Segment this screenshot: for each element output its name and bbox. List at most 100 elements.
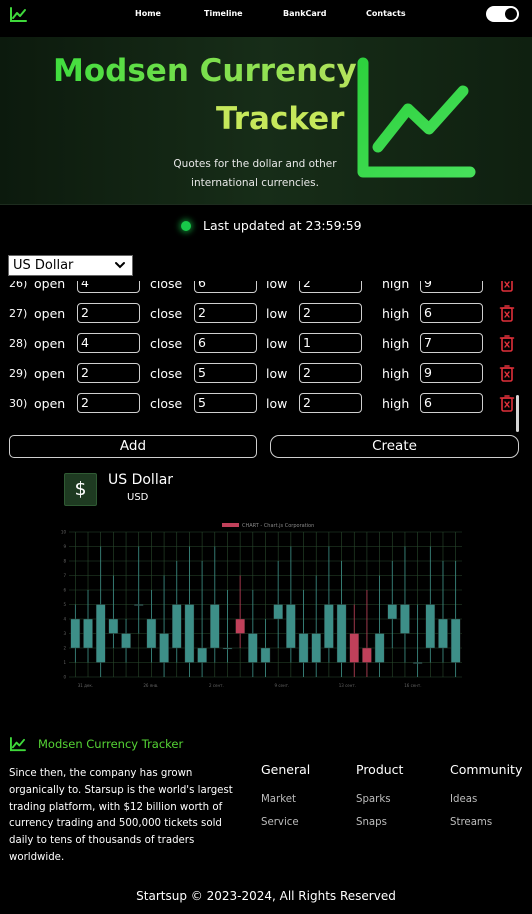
hero-banner: Modsen Currency Tracker Quotes for the d… [0, 37, 532, 205]
candle-body [222, 647, 233, 650]
close-input[interactable]: 2 [194, 303, 257, 323]
open-input[interactable]: 2 [77, 393, 140, 413]
y-tick-label: 10 [61, 530, 67, 535]
open-label: open [34, 336, 66, 351]
hero-title-line2: Tracker [216, 101, 345, 137]
y-tick-label: 1 [63, 660, 66, 665]
footer-heading-product: Product [356, 762, 404, 777]
form-row: 30) open 2 close 5 low 2 high 6 [0, 393, 532, 415]
candle-body [324, 604, 334, 649]
footer-link-snaps[interactable]: Snaps [356, 817, 387, 828]
low-input[interactable]: 2 [299, 363, 362, 383]
high-input[interactable]: 6 [420, 303, 483, 323]
y-tick-label: 4 [63, 617, 66, 622]
form-row: 27) open 2 close 2 low 2 high 6 [0, 303, 532, 325]
open-input[interactable]: 2 [77, 303, 140, 323]
footer-link-ideas[interactable]: Ideas [450, 794, 477, 805]
high-input[interactable]: 9 [420, 363, 483, 383]
candle-form-list[interactable]: 26) open 4 close 6 low 2 high 9 27) open 2 close 2 low… [0, 281, 532, 431]
high-label: high [382, 281, 410, 291]
candle-body [70, 618, 81, 649]
last-updated-text: Last updated at 23:59:59 [203, 218, 362, 233]
candle-body [425, 604, 436, 649]
y-tick-label: 0 [63, 675, 66, 680]
nav-bankcard-link[interactable]: BankCard [283, 9, 326, 18]
candle-body [298, 633, 309, 663]
candle-body [374, 633, 385, 663]
nav-home-link[interactable]: Home [135, 9, 161, 18]
close-label: close [150, 306, 183, 321]
y-tick-label: 3 [63, 631, 66, 636]
delete-icon[interactable] [499, 334, 515, 352]
delete-icon[interactable] [499, 394, 515, 412]
row-number: 29) [9, 367, 28, 380]
close-input[interactable]: 6 [194, 281, 257, 293]
close-input[interactable]: 5 [194, 363, 257, 383]
high-input[interactable]: 9 [420, 281, 483, 293]
legend-label: CHART - Chart.js Corporation [242, 523, 314, 529]
y-tick-label: 8 [63, 559, 66, 564]
currency-code: USD [127, 492, 149, 503]
footer-heading-general: General [261, 762, 311, 777]
close-label: close [150, 396, 183, 411]
low-input[interactable]: 2 [299, 393, 362, 413]
candle-body [438, 618, 448, 649]
currency-select[interactable]: US Dollar [8, 255, 133, 276]
top-nav: Home Timeline BankCard Contacts [0, 0, 532, 32]
high-input[interactable]: 6 [420, 393, 483, 413]
footer-link-streams[interactable]: Streams [450, 817, 492, 828]
x-tick-label: 13 сент. [339, 683, 356, 688]
open-input[interactable]: 2 [77, 363, 140, 383]
y-tick-label: 9 [63, 544, 66, 549]
footer-link-service[interactable]: Service [261, 817, 299, 828]
candle-body [286, 604, 296, 649]
open-input[interactable]: 4 [77, 281, 140, 293]
y-tick-label: 6 [63, 588, 66, 593]
low-input[interactable]: 1 [299, 333, 362, 353]
chart-logo-icon [10, 737, 26, 752]
candle-body [349, 633, 360, 663]
footer-link-market[interactable]: Market [261, 794, 296, 805]
x-tick-label: 9 сент. [275, 683, 290, 688]
low-input[interactable]: 2 [299, 303, 362, 323]
delete-icon[interactable] [499, 304, 515, 322]
candle-body [273, 604, 283, 620]
add-button[interactable]: Add [9, 435, 257, 458]
theme-toggle[interactable] [486, 6, 519, 22]
y-tick-label: 7 [63, 573, 66, 578]
candle-body [362, 647, 372, 663]
nav-contacts-link[interactable]: Contacts [366, 9, 406, 18]
candle-body [184, 604, 195, 663]
low-label: low [266, 396, 288, 411]
candle-body [450, 618, 461, 663]
footer-brand: Modsen Currency Tracker [38, 737, 184, 751]
low-label: low [266, 336, 288, 351]
copyright-text: Startsup © 2023-2024, All Rights Reserve… [136, 889, 396, 903]
chart-logo-icon[interactable] [9, 7, 27, 23]
close-input[interactable]: 6 [194, 333, 257, 353]
row-number: 30) [9, 397, 28, 410]
y-tick-label: 5 [63, 602, 66, 607]
create-button[interactable]: Create [270, 435, 519, 458]
high-input[interactable]: 7 [420, 333, 483, 353]
open-input[interactable]: 4 [77, 333, 140, 353]
open-label: open [34, 306, 66, 321]
candle-body [197, 647, 207, 663]
close-input[interactable]: 5 [194, 393, 257, 413]
high-label: high [382, 396, 410, 411]
candle-body [121, 633, 131, 649]
high-label: high [382, 306, 410, 321]
delete-icon[interactable] [499, 281, 515, 292]
low-input[interactable]: 2 [299, 281, 362, 293]
nav-timeline-link[interactable]: Timeline [204, 9, 243, 18]
delete-icon[interactable] [499, 364, 515, 382]
candle-body [133, 604, 144, 606]
x-tick-label: 16 сент. [404, 683, 421, 688]
y-tick-label: 2 [63, 646, 66, 651]
form-scrollbar[interactable] [516, 395, 519, 432]
legend-swatch [222, 523, 239, 527]
low-label: low [266, 366, 288, 381]
row-number: 28) [9, 337, 28, 350]
high-label: high [382, 366, 410, 381]
footer-link-sparks[interactable]: Sparks [356, 794, 391, 805]
